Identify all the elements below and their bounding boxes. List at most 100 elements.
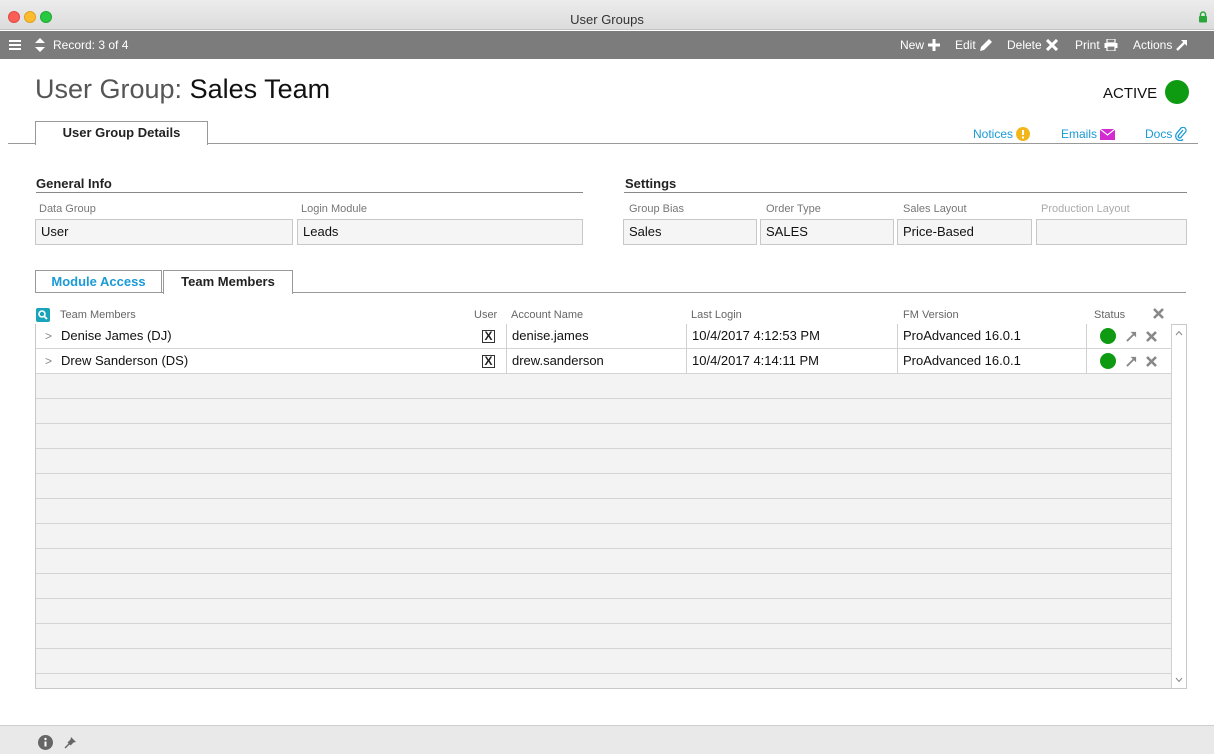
table-row[interactable]: > Denise James (DJ) X denise.james 10/4/… [36,324,1171,349]
exclamation-circle-icon [1016,127,1031,141]
status-label: ACTIVE [1103,85,1158,102]
empty-row [36,624,1171,649]
tab-user-group-details[interactable]: User Group Details [35,121,208,145]
empty-row [36,374,1171,399]
hamburger-icon [9,40,21,50]
data-group-label: Data Group [39,203,96,215]
order-type-field[interactable]: SALES [760,219,894,245]
sales-layout-field[interactable]: Price-Based [897,219,1032,245]
x-icon [1045,39,1058,51]
emails-link[interactable]: Emails [1061,127,1116,141]
user-checkbox[interactable]: X [482,330,495,343]
account-name: denise.james [512,328,589,343]
column-header-status: Status [1094,309,1126,321]
print-button[interactable]: Print [1075,31,1118,59]
tab-team-members[interactable]: Team Members [163,270,293,294]
actions-label: Actions [1133,38,1173,52]
info-icon[interactable] [38,735,53,750]
member-name: Drew Sanderson (DS) [61,353,189,368]
empty-row [36,399,1171,424]
settings-divider [624,192,1187,193]
delete-label: Delete [1007,38,1042,52]
empty-row [36,449,1171,474]
scroll-up-icon[interactable] [1175,330,1183,336]
empty-row [36,549,1171,574]
login-module-field[interactable]: Leads [297,219,583,245]
record-counter: Record: 3 of 4 [53,38,129,52]
remove-row-icon[interactable] [1146,331,1157,342]
group-bias-field[interactable]: Sales [623,219,757,245]
edit-button[interactable]: Edit [955,31,992,59]
delete-button[interactable]: Delete [1007,31,1058,59]
status-indicator [1100,328,1116,344]
last-login: 10/4/2017 4:14:11 PM [692,353,819,368]
clear-all-icon[interactable] [1153,308,1164,319]
empty-row [36,524,1171,549]
new-button[interactable]: New [900,31,941,59]
empty-row [36,499,1171,524]
emails-label: Emails [1061,127,1098,141]
notices-link[interactable]: Notices [973,127,1031,141]
group-bias-label: Group Bias [629,203,685,215]
status-indicator [1100,353,1116,369]
empty-row [36,424,1171,449]
tab-module-access[interactable]: Module Access [35,270,162,293]
up-down-arrows-icon [35,38,45,52]
status-indicator [1165,80,1189,104]
empty-row [36,649,1171,674]
user-checkbox[interactable]: X [482,355,495,368]
empty-row [36,599,1171,624]
order-type-label: Order Type [766,203,821,215]
toolbar: Record: 3 of 4 New Edit Delete Print Act… [0,31,1214,59]
window-titlebar: User Groups [0,0,1214,30]
scroll-down-icon[interactable] [1175,677,1183,683]
empty-row [36,574,1171,599]
column-header-fm-version: FM Version [903,309,959,321]
empty-row [36,474,1171,499]
arrow-out-icon [1176,40,1188,51]
actions-button[interactable]: Actions [1133,31,1188,59]
docs-link[interactable]: Docs [1145,127,1187,141]
window-title: User Groups [570,12,644,27]
page-title-prefix: User Group: [35,74,183,104]
record-navigator[interactable]: Record: 3 of 4 [35,31,128,59]
expand-chevron-icon[interactable]: > [45,324,52,348]
account-name: drew.sanderson [512,353,604,368]
pencil-icon [979,39,992,51]
last-login: 10/4/2017 4:12:53 PM [692,328,820,343]
page-title: User Group: Sales Team [35,74,330,105]
fm-version: ProAdvanced 16.0.1 [903,353,1021,368]
search-icon [38,310,48,320]
paperclip-icon [1175,127,1187,141]
pin-icon[interactable] [64,736,77,749]
column-header-team-members: Team Members [60,309,136,321]
empty-row [36,674,1171,688]
portal-scrollbar[interactable] [1171,325,1186,688]
menu-button[interactable] [9,31,21,59]
lock-icon [1199,11,1207,23]
general-info-divider [36,192,583,193]
plus-icon [928,39,941,51]
envelope-icon [1100,128,1116,140]
fm-version: ProAdvanced 16.0.1 [903,328,1021,343]
member-name: Denise James (DJ) [61,328,172,343]
search-button[interactable] [36,308,50,322]
sales-layout-label: Sales Layout [903,203,967,215]
remove-row-icon[interactable] [1146,356,1157,367]
data-group-field[interactable]: User [35,219,293,245]
edit-label: Edit [955,38,976,52]
go-to-record-icon[interactable] [1126,331,1137,342]
general-info-title: General Info [36,176,112,191]
column-header-account-name: Account Name [511,309,584,321]
printer-icon [1104,39,1118,51]
production-layout-field[interactable] [1036,219,1187,245]
login-module-label: Login Module [301,203,368,215]
settings-title: Settings [625,176,677,191]
expand-chevron-icon[interactable]: > [45,349,52,373]
column-header-user: User [474,309,498,321]
new-label: New [900,38,925,52]
print-label: Print [1075,38,1100,52]
docs-label: Docs [1145,127,1173,141]
table-row[interactable]: > Drew Sanderson (DS) X drew.sanderson 1… [36,349,1171,374]
go-to-record-icon[interactable] [1126,356,1137,367]
